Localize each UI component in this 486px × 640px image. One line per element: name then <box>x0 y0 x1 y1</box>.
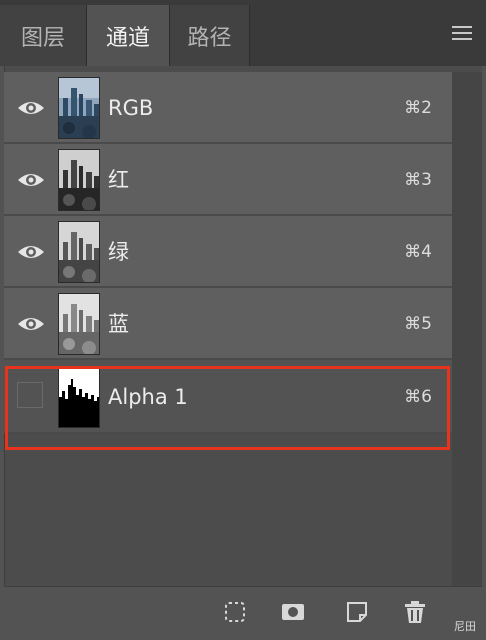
eye-icon[interactable] <box>16 238 46 266</box>
panel-menu-icon[interactable] <box>452 26 472 40</box>
channels-toolbar: 尼田 <box>4 586 482 640</box>
channel-row-green[interactable]: 绿 ⌘4 <box>4 216 452 288</box>
scrollbar-track[interactable] <box>452 72 482 586</box>
channel-thumbnail <box>58 221 100 283</box>
load-selection-icon[interactable] <box>222 599 248 625</box>
channel-list: RGB ⌘2 红 ⌘3 绿 ⌘4 蓝 ⌘5 Alpha 1 ⌘6 <box>4 72 452 434</box>
channel-shortcut: ⌘3 <box>404 170 432 190</box>
channel-name: 蓝 <box>108 312 129 336</box>
channel-thumbnail <box>58 366 100 428</box>
tab-label: 图层 <box>20 25 65 51</box>
tab-layers[interactable]: 图层 <box>0 5 86 66</box>
panel-tab-bar: 图层 通道 路径 <box>0 0 486 66</box>
watermark-text: 尼田 <box>454 620 476 633</box>
visibility-checkbox[interactable] <box>17 382 43 408</box>
channel-shortcut: ⌘4 <box>404 242 432 262</box>
new-channel-icon[interactable] <box>344 599 370 625</box>
channel-name: Alpha 1 <box>108 385 188 409</box>
tab-paths[interactable]: 路径 <box>170 5 249 66</box>
channel-shortcut: ⌘2 <box>404 98 432 118</box>
delete-channel-icon[interactable] <box>402 599 428 625</box>
channel-name: 红 <box>108 168 129 192</box>
eye-icon[interactable] <box>16 166 46 194</box>
channel-row-red[interactable]: 红 ⌘3 <box>4 144 452 216</box>
tab-label: 路径 <box>187 25 232 51</box>
channel-name: 绿 <box>108 240 129 264</box>
tab-label: 通道 <box>105 25 150 51</box>
channel-row-alpha-1[interactable]: Alpha 1 ⌘6 <box>4 360 452 434</box>
eye-icon[interactable] <box>16 94 46 122</box>
channel-name: RGB <box>108 96 154 120</box>
channel-shortcut: ⌘5 <box>404 314 432 334</box>
channel-thumbnail <box>58 293 100 355</box>
channel-row-blue[interactable]: 蓝 ⌘5 <box>4 288 452 360</box>
tab-channels[interactable]: 通道 <box>87 5 169 66</box>
eye-icon[interactable] <box>16 310 46 338</box>
channel-shortcut: ⌘6 <box>404 387 432 407</box>
channel-thumbnail <box>58 77 100 139</box>
save-selection-icon[interactable] <box>280 599 306 625</box>
channel-row-rgb[interactable]: RGB ⌘2 <box>4 72 452 144</box>
tab-divider <box>249 5 250 66</box>
channel-thumbnail <box>58 149 100 211</box>
